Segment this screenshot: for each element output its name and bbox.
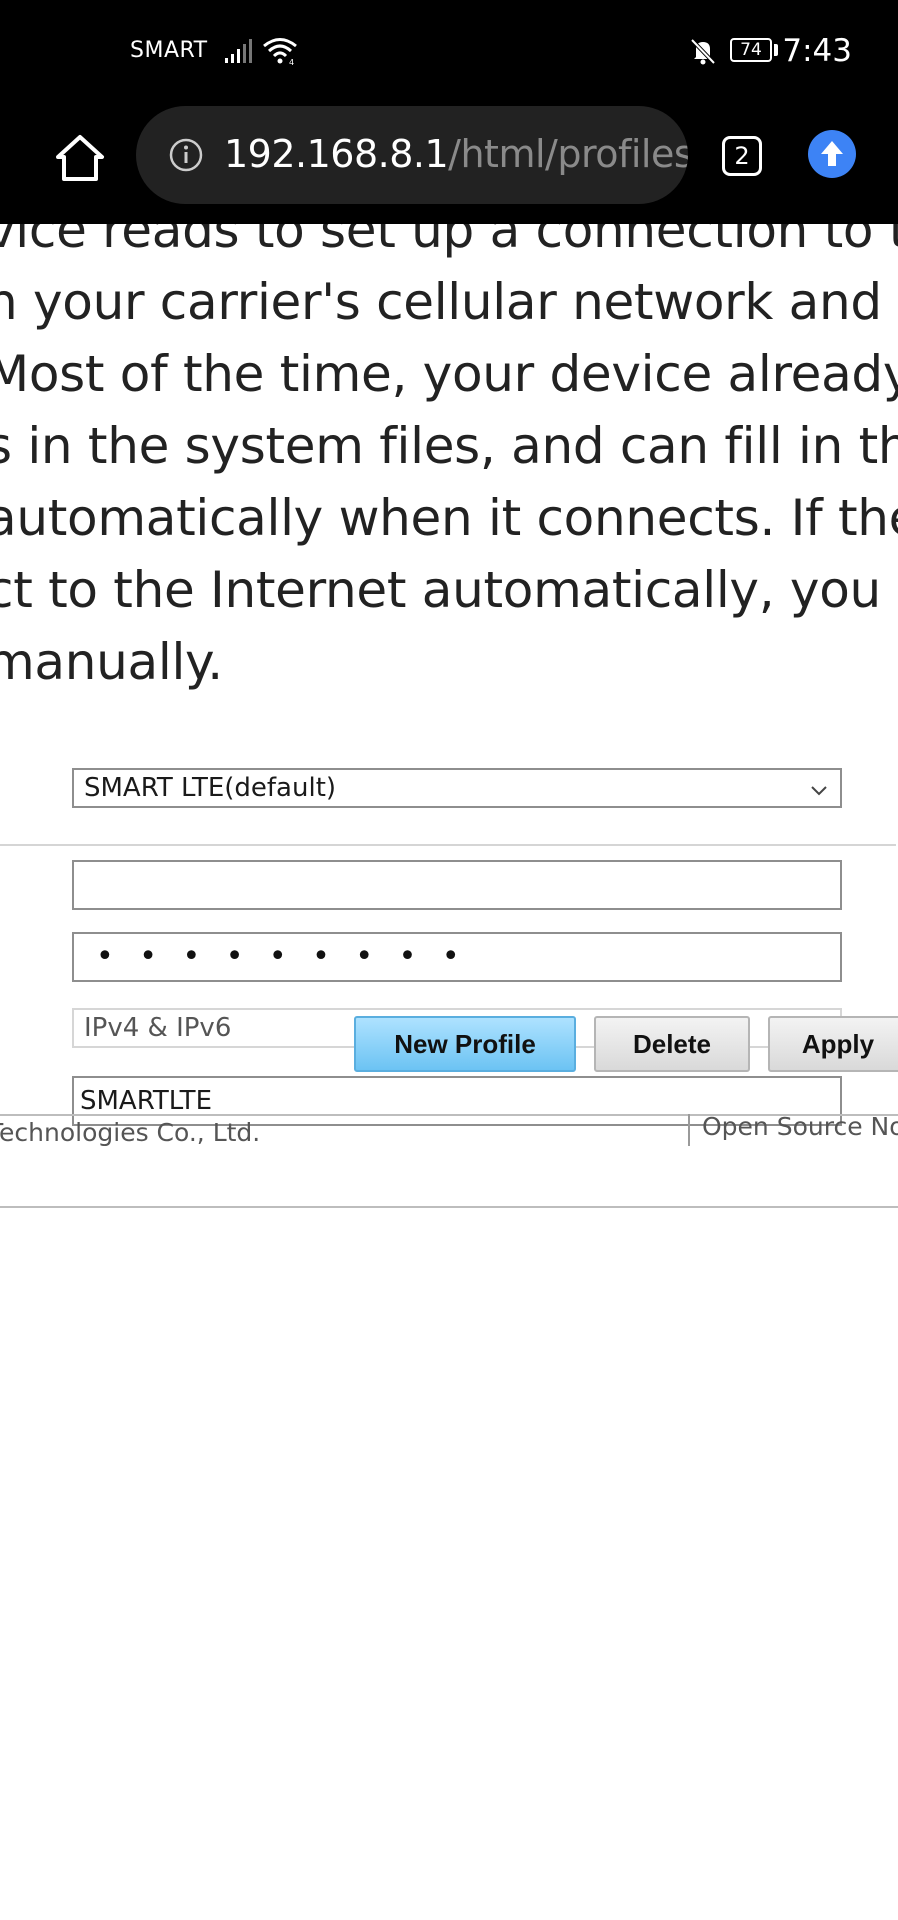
chevron-down-icon [811, 786, 827, 796]
description-line: ct to the Internet automatically, you ca [0, 561, 898, 619]
url-text[interactable]: 192.168.8.1/html/profiles [224, 132, 688, 176]
wifi-icon: 4 [263, 38, 297, 66]
description-line: s in the system files, and can fill in t… [0, 417, 898, 475]
battery-icon: 74 [730, 38, 772, 62]
info-icon[interactable] [168, 137, 204, 173]
new-profile-button[interactable]: New Profile [354, 1016, 576, 1072]
apply-button[interactable]: Apply [768, 1016, 898, 1072]
mute-bell-icon [690, 38, 716, 65]
copyright-text: Technologies Co., Ltd. [0, 1118, 261, 1147]
signal-icon [225, 39, 252, 63]
section-divider [0, 844, 896, 846]
password-field[interactable]: • • • • • • • • • [72, 932, 842, 982]
footer-separator [688, 1114, 690, 1146]
clock: 7:43 [782, 33, 852, 69]
profile-description: vice reads to set up a connection to the… [0, 224, 898, 698]
svg-text:4: 4 [289, 58, 294, 66]
apn-value: SMARTLTE [80, 1086, 212, 1116]
battery-nub [774, 44, 778, 56]
profile-select[interactable]: SMART LTE(default) [72, 768, 842, 808]
open-source-link[interactable]: Open Source No [702, 1112, 898, 1141]
url-host: 192.168.8.1 [224, 132, 449, 176]
update-arrow-icon[interactable] [808, 130, 856, 178]
description-line: manually. [0, 633, 223, 691]
up-arrow-icon [821, 141, 843, 166]
carrier-name: SMART [130, 38, 208, 63]
description-line: vice reads to set up a connection to the [0, 224, 898, 259]
profile-select-value: SMART LTE(default) [84, 773, 337, 803]
tabs-icon[interactable]: 2 [722, 136, 762, 176]
url-path: /html/profiles [448, 132, 688, 176]
username-field[interactable] [72, 860, 842, 910]
password-mask: • • • • • • • • • [96, 939, 468, 974]
address-bar[interactable]: 192.168.8.1/html/profiles [136, 106, 688, 204]
status-bar: SMART 4 74 7:43 [0, 0, 898, 100]
form-bottom-divider [0, 1206, 898, 1208]
description-line: Most of the time, your device already [0, 345, 898, 403]
ip-type-value: IPv4 & IPv6 [84, 1013, 232, 1043]
home-icon[interactable] [50, 128, 110, 188]
description-line: n your carrier's cellular network and th [0, 273, 898, 331]
page-content: vice reads to set up a connection to the… [0, 224, 898, 1920]
delete-button[interactable]: Delete [594, 1016, 750, 1072]
browser-toolbar: 192.168.8.1/html/profiles 2 [0, 100, 898, 224]
description-line: automatically when it connects. If the [0, 489, 898, 547]
